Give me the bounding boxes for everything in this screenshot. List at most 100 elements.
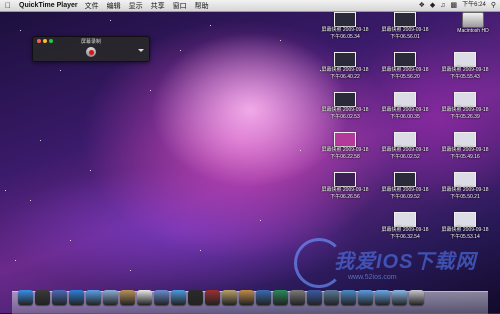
screenshot-file[interactable]: 屏幕快照 2009-09-18 下午06.56.01 (380, 12, 430, 45)
screenshot-file[interactable]: 屏幕快照 2009-09-18 下午05.55.43 (440, 52, 490, 85)
watermark-url: www.52ios.com (348, 274, 397, 281)
screenshot-file[interactable]: 屏幕快照 2009-09-18 下午06.05.34 (320, 12, 370, 45)
imovie-icon[interactable] (222, 290, 237, 305)
watermark-text: 我爱IOS下载网 (334, 251, 477, 273)
screenshot-file[interactable]: 屏幕快照 2009-09-18 下午06.26.56 (320, 172, 370, 205)
ichat-icon[interactable] (86, 290, 101, 305)
file-name: 屏幕快照 2009-09-18 (321, 67, 369, 73)
mail-icon[interactable] (103, 290, 118, 305)
screenshot-thumbnail-icon (334, 132, 356, 147)
screenshot-thumbnail-icon (454, 52, 476, 67)
file-name: 屏幕快照 2009-09-18 (381, 187, 429, 193)
screenshot-thumbnail-icon (394, 52, 416, 67)
file-time: 下午06.26.56 (330, 193, 360, 200)
utility-icon[interactable] (324, 290, 339, 305)
screenshot-thumbnail-icon (454, 212, 476, 227)
screenshot-thumbnail-icon (454, 172, 476, 187)
file-time: 下午06.32.54 (390, 233, 420, 240)
file-time: 下午06.02.53 (330, 113, 360, 120)
screenshot-thumbnail-icon (454, 132, 476, 147)
screenshot-thumbnail-icon (454, 92, 476, 107)
stack-icon[interactable] (392, 290, 407, 305)
menu-edit[interactable]: 编辑 (107, 1, 121, 11)
front-row-icon[interactable] (188, 290, 203, 305)
file-time: 下午06.09.52 (390, 193, 420, 200)
file-name: 屏幕快照 2009-09-18 (441, 147, 489, 153)
screenshot-thumbnail-icon (334, 172, 356, 187)
screenshot-file[interactable]: 屏幕快照 2009-09-18 下午06.32.54 (380, 212, 430, 245)
address-book-icon[interactable] (120, 290, 135, 305)
screenshot-thumbnail-icon (334, 12, 356, 27)
watermark-ring (294, 238, 344, 288)
screen-recording-window[interactable]: 屏幕录制 (32, 36, 150, 62)
screenshot-file[interactable]: 屏幕快照 2009-09-18 下午06.09.52 (380, 172, 430, 205)
screenshot-thumbnail-icon (334, 92, 356, 107)
screenshot-file[interactable]: 屏幕快照 2009-09-18 下午06.02.53 (320, 92, 370, 125)
file-time: 下午06.56.01 (390, 33, 420, 40)
volume-icon[interactable]: ♫ (440, 0, 445, 11)
macintosh-hd[interactable]: Macintosh HD (448, 12, 498, 45)
menu-help[interactable]: 帮助 (195, 1, 209, 11)
file-name: 屏幕快照 2009-09-18 (321, 187, 369, 193)
quicktime-icon[interactable] (307, 290, 322, 305)
file-time: 下午06.05.34 (330, 33, 360, 40)
time-machine-icon[interactable] (273, 290, 288, 305)
file-name: 屏幕快照 2009-09-18 (441, 107, 489, 113)
expose-icon[interactable] (52, 290, 67, 305)
itunes-icon[interactable] (171, 290, 186, 305)
screenshot-file[interactable]: 屏幕快照 2009-09-18 下午06.02.52 (380, 132, 430, 165)
apple-menu-icon[interactable]:  (5, 0, 15, 11)
ical-icon[interactable] (137, 290, 152, 305)
file-name: 屏幕快照 2009-09-18 (381, 107, 429, 113)
trash-icon[interactable] (409, 290, 424, 305)
input-method-icon[interactable]: ▩ (451, 0, 458, 11)
finder-icon[interactable] (18, 290, 33, 305)
screenshot-thumbnail-icon (334, 52, 356, 67)
file-name: 屏幕快照 2009-09-18 (381, 227, 429, 233)
iphoto-icon[interactable] (154, 290, 169, 305)
screenshot-thumbnail-icon (394, 92, 416, 107)
screenshot-file[interactable]: 屏幕快照 2009-09-18 下午06.00.35 (380, 92, 430, 125)
screenshot-thumbnail-icon (394, 132, 416, 147)
dock (18, 290, 424, 305)
hard-drive-icon (462, 12, 484, 28)
dashboard-icon[interactable] (35, 290, 50, 305)
downloads-folder-icon[interactable] (358, 290, 373, 305)
app-store-icon[interactable] (341, 290, 356, 305)
app-menu[interactable]: QuickTime Player (19, 2, 78, 9)
menu-view[interactable]: 显示 (129, 1, 143, 11)
documents-folder-icon[interactable] (375, 290, 390, 305)
screenshot-file[interactable]: 屏幕快照 2009-09-18 下午05.49.16 (440, 132, 490, 165)
safari-icon[interactable] (69, 290, 84, 305)
iweb-icon[interactable] (256, 290, 271, 305)
screenshot-thumbnail-icon (394, 212, 416, 227)
screenshot-file[interactable]: 屏幕快照 2009-09-18 下午06.40.22 (320, 52, 370, 85)
screenshot-file[interactable]: 屏幕快照 2009-09-18 下午05.50.21 (440, 172, 490, 205)
garageband-icon[interactable] (239, 290, 254, 305)
file-name: 屏幕快照 2009-09-18 (441, 227, 489, 233)
menu-window[interactable]: 窗口 (173, 1, 187, 11)
wifi-icon[interactable]: ◆ (430, 0, 435, 11)
spotlight-icon[interactable]: ⚲ (491, 0, 496, 11)
options-dropdown-icon[interactable] (138, 49, 144, 52)
screenshot-file[interactable]: 屏幕快照 2009-09-18 下午06.22.58 (320, 132, 370, 165)
screenshot-file[interactable]: 屏幕快照 2009-09-18 下午05.26.39 (440, 92, 490, 125)
file-time: 下午06.00.35 (390, 113, 420, 120)
file-time: 下午05.26.39 (450, 113, 480, 120)
menu-share[interactable]: 共享 (151, 1, 165, 11)
menu-bar:  QuickTime Player 文件 编辑 显示 共享 窗口 帮助 ❖ ◆… (0, 0, 500, 12)
screenshot-file[interactable]: 屏幕快照 2009-09-18 下午05.53.14 (440, 212, 490, 245)
file-name: 屏幕快照 2009-09-18 (321, 27, 369, 33)
file-time: 下午05.53.14 (450, 233, 480, 240)
file-name: 屏幕快照 2009-09-18 (441, 67, 489, 73)
photo-booth-icon[interactable] (205, 290, 220, 305)
screenshot-file[interactable]: 屏幕快照 2009-09-18 下午05.56.20 (380, 52, 430, 85)
menu-file[interactable]: 文件 (85, 1, 99, 11)
menu-clock[interactable]: 下午6:24 (462, 0, 486, 11)
record-button[interactable] (86, 47, 96, 57)
bluetooth-icon[interactable]: ❖ (419, 0, 425, 11)
file-name: 屏幕快照 2009-09-18 (381, 147, 429, 153)
file-name: 屏幕快照 2009-09-18 (321, 147, 369, 153)
system-preferences-icon[interactable] (290, 290, 305, 305)
file-time: 下午05.56.20 (390, 73, 420, 80)
